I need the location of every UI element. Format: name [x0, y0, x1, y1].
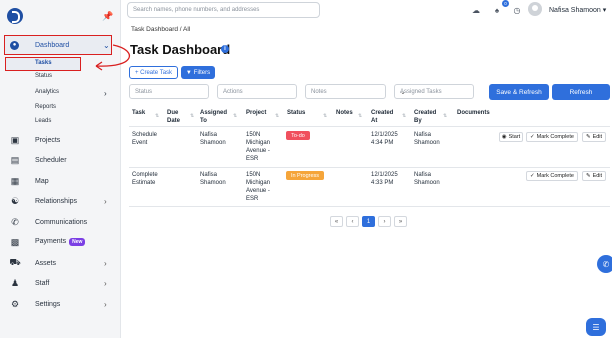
edit-label: Edit	[592, 173, 603, 179]
sort-icon[interactable]: ⇅	[402, 113, 406, 119]
filters-button[interactable]: ▼ Filters	[181, 66, 215, 79]
chat-icon[interactable]: ☁	[471, 5, 481, 15]
column-header-notes[interactable]: Notes	[336, 109, 353, 117]
breadcrumb: Task Dashboard / All	[131, 26, 191, 33]
column-header-task[interactable]: Task	[132, 109, 145, 117]
cell-task: Complete Estimate	[132, 172, 158, 186]
mark-complete-label: Mark Complete	[536, 173, 574, 179]
column-header-created-at[interactable]: Created At	[371, 109, 401, 125]
page-title: Task Dashboard	[130, 42, 231, 57]
status-badge: In Progress	[286, 171, 324, 180]
edit-icon: ✎	[585, 134, 591, 140]
divider	[129, 126, 610, 127]
search-input[interactable]: Search names, phone numbers, and address…	[127, 2, 320, 18]
cell-created-at: 12/1/2025 4:33 PM	[371, 172, 398, 186]
actions-filter-input[interactable]: Actions	[217, 84, 297, 99]
avatar[interactable]	[528, 2, 542, 16]
save-refresh-button[interactable]: Save & Refresh	[489, 84, 549, 100]
search-placeholder: Search names, phone numbers, and address…	[133, 7, 260, 13]
column-header-project[interactable]: Project	[246, 109, 266, 117]
notes-filter-input[interactable]: Notes	[305, 84, 386, 99]
start-label: Start	[508, 134, 521, 140]
divider	[129, 206, 610, 207]
sort-icon[interactable]: ⇅	[233, 113, 237, 119]
info-icon[interactable]: i	[221, 45, 229, 53]
clock-icon[interactable]: ◷	[512, 5, 522, 15]
filter-icon: ▼	[185, 69, 192, 76]
cell-task: Schedule Event	[132, 132, 158, 146]
status-badge: To-do	[286, 131, 310, 140]
cell-created-by: Nafisa Shamoon	[414, 172, 440, 186]
edit-icon: ✎	[585, 173, 591, 179]
refresh-button[interactable]: Refresh	[552, 84, 610, 100]
mark-complete-button[interactable]: ✓ Mark Complete	[526, 132, 578, 142]
sort-icon[interactable]: ⇅	[190, 113, 194, 119]
column-header-created-by[interactable]: Created By	[414, 109, 444, 125]
chat-fab-icon[interactable]: ☰	[586, 318, 606, 336]
mark-complete-button[interactable]: ✓ Mark Complete	[526, 171, 578, 181]
check-circle-icon: ✓	[530, 173, 535, 179]
cell-project: 150N Michigan Avenue - ESR	[246, 132, 271, 162]
caret-down-icon: ▾	[602, 7, 607, 14]
edit-button[interactable]: ✎ Edit	[582, 132, 606, 142]
phone-fab-icon[interactable]: ✆	[597, 255, 612, 273]
divider	[129, 167, 610, 168]
user-name: Nafisa Shamoon	[549, 7, 601, 14]
cell-created-by: Nafisa Shamoon	[414, 132, 440, 146]
page-button-current[interactable]: 1	[362, 216, 375, 227]
first-page-button[interactable]: «	[330, 216, 343, 227]
column-header-documents[interactable]: Documents	[457, 109, 490, 117]
sort-icon[interactable]: ⇅	[275, 113, 279, 119]
prev-page-button[interactable]: ‹	[346, 216, 359, 227]
sort-icon[interactable]: ⇅	[155, 113, 159, 119]
check-circle-icon: ✓	[530, 134, 535, 140]
actions-placeholder: Actions	[223, 89, 243, 95]
notification-count-badge: 0	[502, 0, 509, 7]
edit-button[interactable]: ✎ Edit	[582, 171, 606, 181]
cell-created-at: 12/1/2025 4:34 PM	[371, 132, 398, 146]
column-header-assigned-to[interactable]: Assigned To	[200, 109, 230, 125]
status-placeholder: Status	[135, 89, 153, 95]
chevron-down-icon: ⌄	[400, 89, 406, 96]
create-task-button[interactable]: + Create Task	[129, 66, 178, 79]
sort-icon[interactable]: ⇅	[358, 113, 362, 119]
mark-complete-label: Mark Complete	[536, 134, 574, 140]
cell-project: 150N Michigan Avenue - ESR	[246, 172, 271, 202]
sort-icon[interactable]: ⇅	[323, 113, 327, 119]
bell-icon[interactable]: ♠	[492, 5, 502, 15]
status-filter-input[interactable]: Status	[129, 84, 209, 99]
column-header-due-date[interactable]: Due Date	[167, 109, 191, 125]
next-page-button[interactable]: ›	[378, 216, 391, 227]
edit-label: Edit	[592, 134, 603, 140]
filters-label: Filters	[193, 69, 211, 76]
annotation-arrow	[95, 44, 130, 71]
user-menu[interactable]: Nafisa Shamoon ▾	[549, 6, 606, 14]
sort-icon[interactable]: ⇅	[443, 113, 447, 119]
last-page-button[interactable]: »	[394, 216, 407, 227]
start-button[interactable]: ◉ Start	[499, 132, 523, 142]
play-icon: ◉	[501, 134, 507, 140]
cell-assigned-to: Nafisa Shamoon	[200, 132, 226, 146]
column-header-status[interactable]: Status	[287, 109, 305, 117]
cell-assigned-to: Nafisa Shamoon	[200, 172, 226, 186]
notes-placeholder: Notes	[311, 89, 327, 95]
assigned-tasks-select[interactable]: Assigned Tasks ⌄	[394, 84, 474, 99]
